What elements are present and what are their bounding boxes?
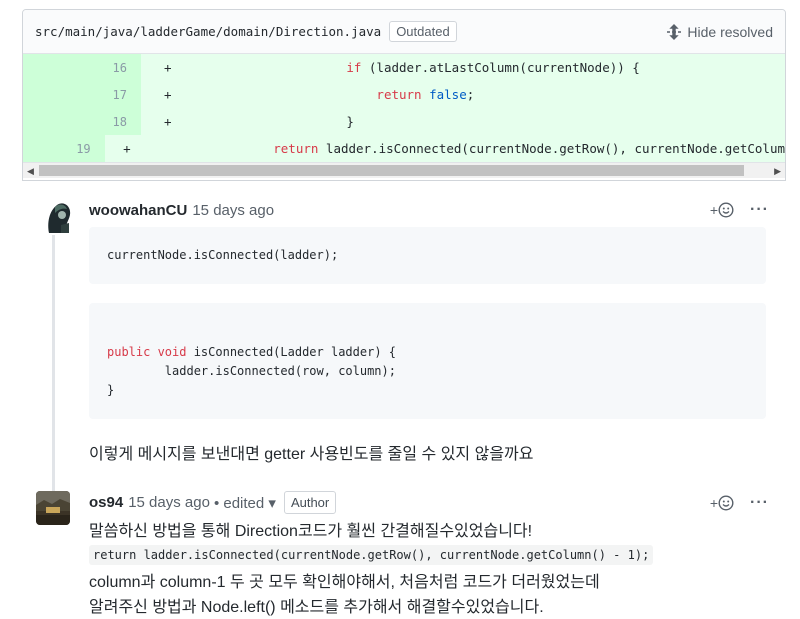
inline-code: return ladder.isConnected(currentNode.ge… xyxy=(89,545,654,565)
code-text: ladder.isConnected(currentNode.getRow(),… xyxy=(318,141,785,156)
diff-line: 17 + return false; xyxy=(23,81,785,108)
diff-panel: src/main/java/ladderGame/domain/Directio… xyxy=(22,9,786,181)
comment-actions: + ··· xyxy=(710,494,769,512)
thread-line xyxy=(52,230,55,510)
avatar[interactable] xyxy=(43,199,73,235)
smiley-icon xyxy=(718,494,734,511)
add-reaction-button[interactable]: + xyxy=(710,202,734,218)
scrollbar-thumb[interactable] xyxy=(39,165,744,176)
line-number[interactable]: 18 xyxy=(23,108,141,135)
comment-header: woowahanCU 15 days ago + ··· xyxy=(89,201,769,219)
avatar-image xyxy=(43,199,73,235)
comment-header: os94 15 days ago • edited ▾ Author + ··· xyxy=(89,491,769,514)
edited-dropdown[interactable]: • edited ▾ xyxy=(214,494,276,512)
fold-icon xyxy=(667,23,682,40)
diff-line: 18 + } xyxy=(23,108,785,135)
avatar-image xyxy=(36,491,70,525)
outdated-badge: Outdated xyxy=(389,21,457,42)
author-badge: Author xyxy=(283,491,337,514)
add-reaction-button[interactable]: + xyxy=(710,495,734,511)
comment-body-line: 알려주신 방법과 Node.left() 메소드를 추가해서 해결할수있었습니다… xyxy=(89,599,544,616)
code-text: ; xyxy=(466,87,475,102)
scroll-right-icon[interactable]: ▶ xyxy=(774,166,781,177)
code-keyword: return xyxy=(376,87,422,102)
code-literal: false xyxy=(429,87,467,102)
horizontal-scrollbar[interactable]: ◀ ▶ xyxy=(23,162,785,178)
more-options-icon[interactable]: ··· xyxy=(750,201,769,219)
diff-line: 19 + return ladder.isConnected(currentNo… xyxy=(23,135,785,162)
comment-body: 이렇게 메시지를 보낸대면 getter 사용빈도를 줄일 수 있지 않을까요 xyxy=(89,446,534,463)
diff-line: 16 + if (ladder.atLastColumn(currentNode… xyxy=(23,54,785,81)
smiley-icon xyxy=(718,202,734,218)
diff-sign: + xyxy=(164,60,172,75)
diff-code: 16 + if (ladder.atLastColumn(currentNode… xyxy=(23,54,785,162)
comment-body-line: 말씀하신 방법을 통해 Direction코드가 훨씬 간결해질수있었습니다! xyxy=(89,523,533,540)
file-header: src/main/java/ladderGame/domain/Directio… xyxy=(23,10,785,54)
code-snippet: currentNode.isConnected(ladder); xyxy=(89,227,766,284)
diff-sign: + xyxy=(164,87,172,102)
code-keyword: if xyxy=(346,60,362,75)
hide-resolved-button[interactable]: Hide resolved xyxy=(666,24,773,40)
comment-author[interactable]: woowahanCU xyxy=(89,202,187,219)
line-number[interactable]: 16 xyxy=(23,54,141,81)
line-number[interactable]: 17 xyxy=(23,81,141,108)
comment-body-line: column과 column-1 두 곳 모두 확인해야해서, 처음처럼 코드가… xyxy=(89,574,600,591)
more-options-icon[interactable]: ··· xyxy=(750,494,769,512)
comment-time[interactable]: 15 days ago xyxy=(192,202,274,219)
comment-time[interactable]: 15 days ago xyxy=(128,494,210,511)
code-keyword: return xyxy=(273,141,319,156)
comment-author[interactable]: os94 xyxy=(89,494,123,511)
file-path[interactable]: src/main/java/ladderGame/domain/Directio… xyxy=(35,24,381,39)
comment-actions: + ··· xyxy=(710,201,769,219)
diff-sign: + xyxy=(164,114,172,129)
code-snippet: public void isConnected(Ladder ladder) {… xyxy=(89,303,766,419)
code-text: (ladder.atLastColumn(currentNode)) { xyxy=(361,60,640,75)
scroll-left-icon[interactable]: ◀ xyxy=(27,166,34,177)
code-text: } xyxy=(346,114,354,129)
hide-resolved-label: Hide resolved xyxy=(687,23,773,40)
avatar[interactable] xyxy=(36,491,70,525)
line-number[interactable]: 19 xyxy=(23,135,105,162)
diff-sign: + xyxy=(123,141,131,156)
